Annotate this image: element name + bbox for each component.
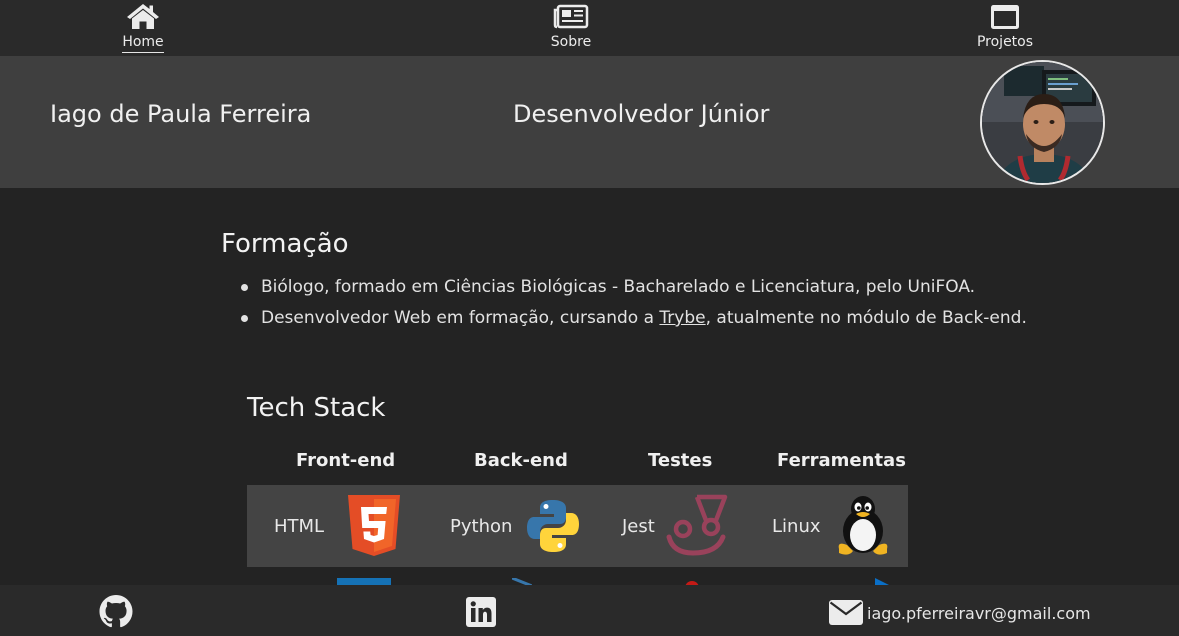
formacao-item-text: , atualmente no módulo de Back-end. — [705, 308, 1027, 328]
nav-projetos-label: Projetos — [976, 34, 1034, 50]
top-nav: Home Sobre Projetos — [0, 0, 1179, 56]
html5-icon — [348, 495, 401, 556]
tech-name: Python — [450, 515, 513, 537]
nav-projetos[interactable]: Projetos — [945, 0, 1065, 56]
profile-header: Iago de Paula Ferreira Desenvolvedor Jún… — [0, 56, 1179, 188]
profile-name: Iago de Paula Ferreira — [50, 100, 312, 128]
column-header: Testes — [648, 450, 713, 471]
profile-role: Desenvolvedor Júnior — [513, 100, 770, 128]
tech-name: HTML — [274, 515, 325, 537]
tech-stack-row: HTML Python Jest Linux — [247, 485, 908, 567]
github-icon[interactable] — [99, 595, 133, 628]
jest-icon — [666, 494, 728, 556]
formacao-item-text: Biólogo, formado em Ciências Biológicas … — [261, 277, 976, 297]
list-item: Biólogo, formado em Ciências Biológicas … — [241, 274, 1027, 305]
tech-stack-title: Tech Stack — [247, 393, 386, 423]
newspaper-icon — [553, 4, 589, 29]
tech-name: Jest — [622, 515, 655, 537]
footer: iago.pferreiravr@gmail.com — [0, 585, 1179, 636]
trybe-link[interactable]: Trybe — [659, 308, 705, 328]
footer-email[interactable]: iago.pferreiravr@gmail.com — [867, 604, 1091, 623]
tech-name: Linux — [772, 515, 821, 537]
tux-icon — [838, 496, 887, 555]
nav-home-label: Home — [122, 34, 164, 53]
column-header: Front-end — [296, 450, 396, 471]
tech-item-html: HTML — [274, 485, 402, 567]
avatar — [980, 60, 1105, 185]
column-header: Back-end — [474, 450, 568, 471]
tech-item-python: Python — [450, 485, 580, 567]
tech-item-linux: Linux — [772, 485, 891, 567]
linkedin-icon[interactable] — [466, 597, 496, 627]
avatar-photo — [982, 62, 1103, 183]
column-header: Ferramentas — [777, 450, 906, 471]
nav-sobre-label: Sobre — [550, 34, 592, 50]
tech-item-jest: Jest — [622, 485, 729, 567]
python-icon — [527, 500, 580, 552]
list-item: Desenvolvedor Web em formação, cursando … — [241, 305, 1027, 336]
nav-sobre[interactable]: Sobre — [511, 0, 631, 56]
envelope-icon[interactable] — [829, 600, 863, 625]
tech-stack-header: Front-end Back-end Testes Ferramentas — [247, 450, 908, 474]
formacao-item-text: Desenvolvedor Web em formação, cursando … — [261, 308, 660, 328]
nav-home[interactable]: Home — [83, 0, 203, 56]
window-icon — [991, 5, 1019, 29]
formacao-list: Biólogo, formado em Ciências Biológicas … — [241, 274, 1027, 336]
formacao-title: Formação — [221, 229, 349, 259]
home-icon — [127, 4, 159, 29]
